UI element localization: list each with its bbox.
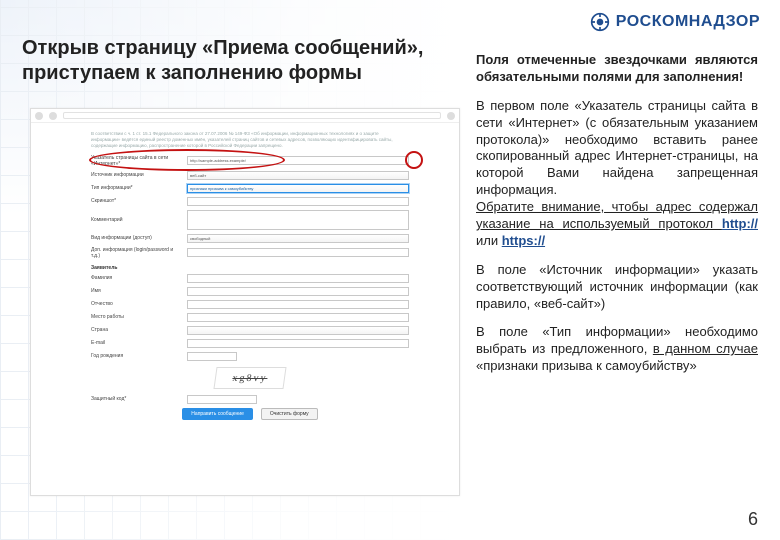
row-source: Источник информации веб-сайт [91,171,409,180]
type-label: Тип информации* [91,185,181,191]
captcha-label: Защитный код* [91,396,181,402]
slide: РОСКОМНАДЗОР Открыв страницу «Приема соо… [0,0,780,540]
row-extra: Доп. информация (login/password и т.д.) [91,247,409,259]
submit-button[interactable]: Направить сообщение [182,408,253,420]
brand-icon [590,12,610,32]
instructions-panel: Поля отмеченные звездочками являются обя… [476,52,758,387]
url-input[interactable]: http://sample-address.example/ [187,156,409,165]
captcha-block: xg8vy [91,367,409,389]
workplace-input[interactable] [187,313,409,322]
source-select[interactable]: веб-сайт [187,171,409,180]
middlename-input[interactable] [187,300,409,309]
required-note: Поля отмеченные звездочками являются обя… [476,52,758,86]
proto-https: https:// [502,233,545,248]
captcha-input[interactable] [187,395,257,404]
firstname-input[interactable] [187,287,409,296]
menu-icon [447,112,455,120]
browser-chrome [31,109,459,123]
type-select[interactable]: признаки призыва к самоубийству [187,184,409,193]
lastname-input[interactable] [187,274,409,283]
instruction-url: В первом поле «Указатель страницы сайта … [476,98,758,250]
screenshot-input[interactable] [187,197,409,206]
firstname-label: Имя [91,288,181,294]
row-access: Вид информации (доступ) свободный [91,234,409,243]
year-input[interactable] [187,352,237,361]
country-label: Страна [91,327,181,333]
slide-title: Открыв страницу «Приема сообщений», прис… [22,36,452,86]
access-label: Вид информации (доступ) [91,235,181,241]
row-url: Указатель страницы сайта в сети «Интерне… [91,155,409,167]
url-label: Указатель страницы сайта в сети «Интерне… [91,155,181,167]
extra-label: Доп. информация (login/password и т.д.) [91,247,181,259]
screenshot-label: Скриншот* [91,198,181,204]
form-buttons: Направить сообщение Очистить форму [91,408,409,420]
lastname-label: Фамилия [91,275,181,281]
instruction-source: В поле «Источник информации» указать соо… [476,262,758,313]
brand-logo: РОСКОМНАДЗОР [590,12,760,32]
row-type: Тип информации* признаки призыва к самоу… [91,184,409,193]
applicant-heading: Заявитель [91,265,409,271]
page-number: 6 [748,509,758,530]
clear-button[interactable]: Очистить форму [261,408,318,420]
comment-input[interactable] [187,210,409,230]
middlename-label: Отчество [91,301,181,307]
extra-input[interactable] [187,248,409,257]
source-label: Источник информации [91,172,181,178]
intro-text: В соответствии с ч. 1 ст. 15.1 Федеральн… [91,131,409,149]
row-comment: Комментарий [91,210,409,230]
form-screenshot: В соответствии с ч. 1 ст. 15.1 Федеральн… [30,108,460,496]
email-input[interactable] [187,339,409,348]
email-label: E-mail [91,340,181,346]
reload-icon [49,112,57,120]
instruction-type: В поле «Тип информации» необходимо выбра… [476,324,758,375]
access-select[interactable]: свободный [187,234,409,243]
row-screenshot: Скриншот* [91,197,409,206]
proto-http: http:// [722,216,758,231]
back-icon [35,112,43,120]
country-select[interactable] [187,326,409,335]
year-label: Год рождения [91,353,181,359]
comment-label: Комментарий [91,217,181,223]
address-bar [63,112,441,119]
workplace-label: Место работы [91,314,181,320]
captcha-image: xg8vy [213,367,286,389]
brand-name: РОСКОМНАДЗОР [616,13,760,31]
